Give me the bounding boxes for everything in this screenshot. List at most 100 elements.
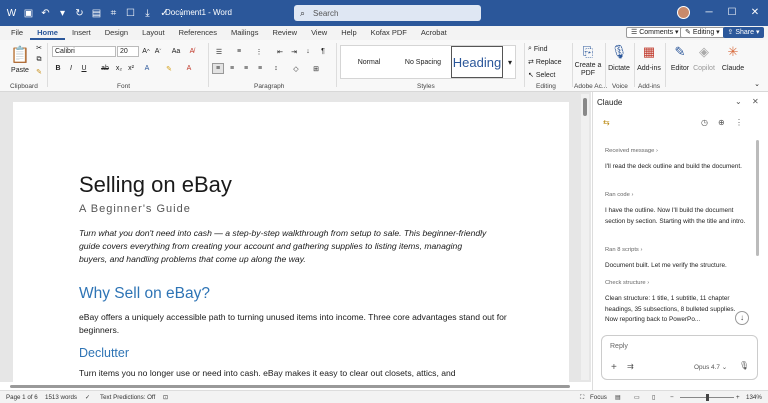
word-count[interactable]: 1513 words — [45, 394, 77, 401]
font-color-icon[interactable]: A — [183, 63, 195, 74]
create-pdf-label[interactable]: Create a PDF — [573, 61, 603, 79]
clear-formatting-icon[interactable]: A̸ — [187, 46, 197, 57]
style-heading[interactable]: Heading — [451, 46, 503, 78]
history-icon[interactable]: ◷ — [701, 118, 708, 127]
highlight-icon[interactable]: ✎ — [163, 63, 175, 74]
shading-icon[interactable]: ◇ — [290, 63, 302, 74]
sort-icon[interactable]: ↓ — [303, 46, 313, 57]
step-received-message[interactable]: Received message › — [605, 148, 658, 154]
bold-icon[interactable]: B — [53, 63, 63, 74]
zoom-in-icon[interactable]: + — [736, 394, 740, 401]
vertical-scroll-thumb[interactable] — [583, 98, 587, 116]
select-icon[interactable]: ⌗ — [106, 6, 121, 21]
heading-declutter[interactable]: Declutter — [79, 346, 129, 360]
bullets-icon[interactable]: ☰ — [213, 46, 225, 57]
copy-icon[interactable]: ⧉ — [34, 55, 44, 65]
addins-label[interactable]: Add-ins — [636, 63, 662, 73]
format-icon[interactable]: ☐ — [123, 6, 138, 21]
format-painter-icon[interactable]: ✎ — [34, 67, 44, 77]
chat-scrollbar[interactable] — [756, 140, 759, 256]
tab-insert[interactable]: Insert — [65, 26, 98, 40]
change-case-icon[interactable]: Aa — [169, 46, 183, 57]
save-icon[interactable]: ▣ — [21, 6, 36, 21]
editing-mode-button[interactable]: ✎ Editing ▾ — [680, 27, 725, 38]
tab-mailings[interactable]: Mailings — [224, 26, 266, 40]
dictate-label[interactable]: Dictate — [606, 63, 632, 73]
editor-icon[interactable]: ✎ — [671, 43, 689, 61]
document-subtitle[interactable]: A Beginner's Guide — [79, 203, 191, 215]
undo-dropdown-icon[interactable]: ▾ — [55, 6, 70, 21]
accessibility-icon[interactable]: ⊡ — [163, 394, 168, 401]
page-count[interactable]: Page 1 of 6 — [6, 394, 38, 401]
strikethrough-icon[interactable]: ab — [100, 63, 110, 74]
tab-references[interactable]: References — [172, 26, 224, 40]
text-effects-icon[interactable]: A — [141, 63, 153, 74]
reply-input[interactable]: Reply — [610, 343, 628, 350]
add-icon[interactable]: + — [611, 362, 617, 373]
grow-font-icon[interactable]: A ^ — [141, 46, 151, 57]
tab-acrobat[interactable]: Acrobat — [414, 26, 454, 40]
editor-label[interactable]: Editor — [667, 63, 693, 73]
zoom-level[interactable]: 134% — [746, 394, 762, 401]
draw-table-icon[interactable]: ▤ — [89, 6, 104, 21]
paste-icon[interactable]: 📋 — [8, 44, 32, 66]
multilevel-list-icon[interactable]: ⋮ — [253, 46, 265, 57]
proofing-icon[interactable]: ✓ — [85, 394, 90, 401]
cut-icon[interactable]: ✂ — [34, 43, 44, 53]
undo-icon[interactable]: ↶ — [38, 6, 53, 21]
increase-indent-icon[interactable]: ⇥ — [289, 46, 299, 57]
align-left-icon[interactable]: ≡ — [212, 63, 224, 74]
copilot-icon[interactable]: ◈ — [695, 43, 713, 61]
close-icon[interactable]: ✕ — [747, 6, 763, 20]
focus-label[interactable]: Focus — [590, 394, 607, 401]
document-intro[interactable]: Turn what you don't need into cash — a s… — [79, 227, 489, 266]
minimize-icon[interactable]: ─ — [701, 6, 717, 20]
align-right-icon[interactable]: ≡ — [240, 63, 252, 74]
claude-icon[interactable]: ✳ — [724, 43, 742, 61]
font-size-select[interactable]: 20 — [117, 46, 139, 57]
zoom-out-icon[interactable]: − — [670, 394, 674, 401]
more-options-icon[interactable]: ⋮ — [735, 118, 743, 127]
tab-kofax-pdf[interactable]: Kofax PDF — [364, 26, 414, 40]
show-marks-icon[interactable]: ¶ — [318, 46, 328, 57]
tab-layout[interactable]: Layout — [135, 26, 172, 40]
shrink-font-icon[interactable]: Aˇ — [153, 46, 163, 57]
replace-button[interactable]: ⇄ Replace — [528, 57, 568, 67]
search-box[interactable]: ⌕ Search — [294, 5, 481, 21]
superscript-icon[interactable]: x² — [126, 63, 136, 74]
zoom-slider-thumb[interactable] — [706, 394, 709, 401]
pane-close-icon[interactable]: ✕ — [752, 97, 759, 106]
web-layout-icon[interactable]: ▯ — [652, 394, 655, 401]
document-title-text[interactable]: Selling on eBay — [79, 172, 232, 198]
tab-home[interactable]: Home — [30, 26, 65, 40]
copilot-label[interactable]: Copilot — [691, 63, 717, 73]
line-spacing-icon[interactable]: ↕ — [270, 63, 282, 74]
focus-icon[interactable]: ⛶ — [580, 394, 584, 402]
reply-box[interactable] — [601, 335, 758, 380]
collapse-ribbon-icon[interactable]: ⌄ — [752, 80, 762, 88]
vertical-scrollbar[interactable] — [581, 94, 589, 380]
horizontal-scroll-thumb[interactable] — [10, 385, 570, 388]
conversation-icon[interactable]: ⇆ — [603, 118, 610, 127]
align-center-icon[interactable]: ≡ — [226, 63, 238, 74]
paragraph-declutter[interactable]: Turn items you no longer use or need int… — [79, 367, 509, 380]
step-ran-scripts[interactable]: Ran 8 scripts › — [605, 247, 642, 253]
tab-help[interactable]: Help — [334, 26, 363, 40]
share-button[interactable]: ⇪ Share ▾ — [723, 27, 764, 38]
heading-why-sell[interactable]: Why Sell on eBay? — [79, 285, 210, 303]
create-pdf-icon[interactable]: ⎘ — [576, 43, 600, 61]
pane-options-chevron-icon[interactable]: ⌄ — [735, 97, 742, 106]
redo-icon[interactable]: ↻ — [72, 6, 87, 21]
comments-button[interactable]: ☰ Comments ▾ — [626, 27, 684, 38]
text-predictions[interactable]: Text Predictions: Off — [100, 394, 155, 401]
tab-design[interactable]: Design — [98, 26, 135, 40]
underline-icon[interactable]: U — [79, 63, 89, 74]
microphone-icon[interactable]: 🎙 — [739, 361, 749, 370]
step-check-structure[interactable]: Check structure › — [605, 280, 649, 286]
model-selector[interactable]: Opus 4.7 ⌄ — [694, 363, 727, 371]
tools-icon[interactable]: ⇉ — [627, 362, 634, 371]
addins-icon[interactable]: ▦ — [640, 43, 658, 61]
tab-review[interactable]: Review — [265, 26, 304, 40]
maximize-icon[interactable]: ☐ — [724, 6, 740, 20]
find-button[interactable]: ⌕ Find — [528, 44, 568, 54]
